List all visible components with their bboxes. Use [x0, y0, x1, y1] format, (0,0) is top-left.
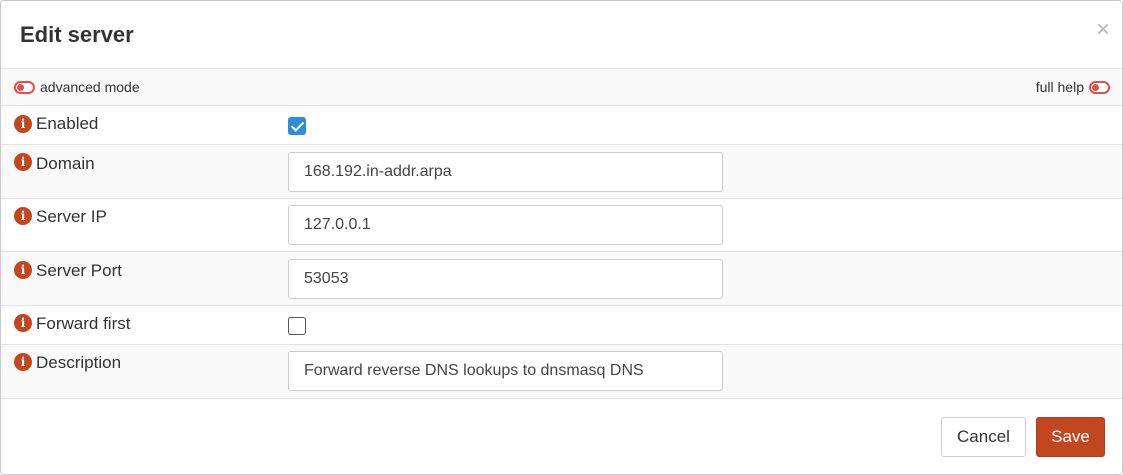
row-description: i Description [1, 345, 1122, 399]
domain-input[interactable] [288, 152, 723, 192]
dialog-header: Edit server × [1, 1, 1122, 69]
info-icon[interactable]: i [14, 115, 32, 133]
info-icon[interactable]: i [14, 207, 32, 225]
dialog-title: Edit server [20, 22, 134, 47]
edit-server-dialog: Edit server × advanced mode full help i … [0, 0, 1123, 475]
server-port-label: Server Port [36, 261, 122, 280]
toggle-icon[interactable] [14, 80, 35, 94]
row-enabled: i Enabled [1, 106, 1122, 145]
info-icon[interactable]: i [14, 261, 32, 279]
enabled-label: Enabled [36, 114, 99, 133]
cancel-button[interactable]: Cancel [941, 417, 1026, 457]
close-icon[interactable]: × [1096, 18, 1110, 42]
full-help-label: full help [1035, 79, 1084, 95]
server-ip-input[interactable] [288, 205, 723, 245]
full-help-toggle[interactable]: full help [1036, 79, 1110, 95]
row-domain: i Domain [1, 145, 1122, 199]
row-forward-first: i Forward first [1, 306, 1122, 345]
advanced-mode-toggle[interactable]: advanced mode [14, 79, 140, 95]
server-ip-label: Server IP [36, 207, 107, 226]
info-icon[interactable]: i [14, 153, 32, 171]
description-label: Description [36, 353, 122, 372]
save-button[interactable]: Save [1036, 417, 1105, 457]
domain-label: Domain [36, 154, 95, 173]
forward-first-checkbox[interactable] [288, 317, 306, 335]
advanced-mode-label: advanced mode [40, 79, 140, 95]
description-input[interactable] [288, 351, 723, 391]
info-icon[interactable]: i [14, 353, 32, 371]
row-server-port: i Server Port [1, 252, 1122, 306]
server-port-input[interactable] [288, 259, 723, 299]
enabled-checkbox[interactable] [288, 117, 306, 135]
forward-first-label: Forward first [36, 314, 131, 333]
mode-bar: advanced mode full help [1, 69, 1122, 106]
row-server-ip: i Server IP [1, 199, 1122, 252]
toggle-icon[interactable] [1089, 80, 1110, 94]
info-icon[interactable]: i [14, 314, 32, 332]
